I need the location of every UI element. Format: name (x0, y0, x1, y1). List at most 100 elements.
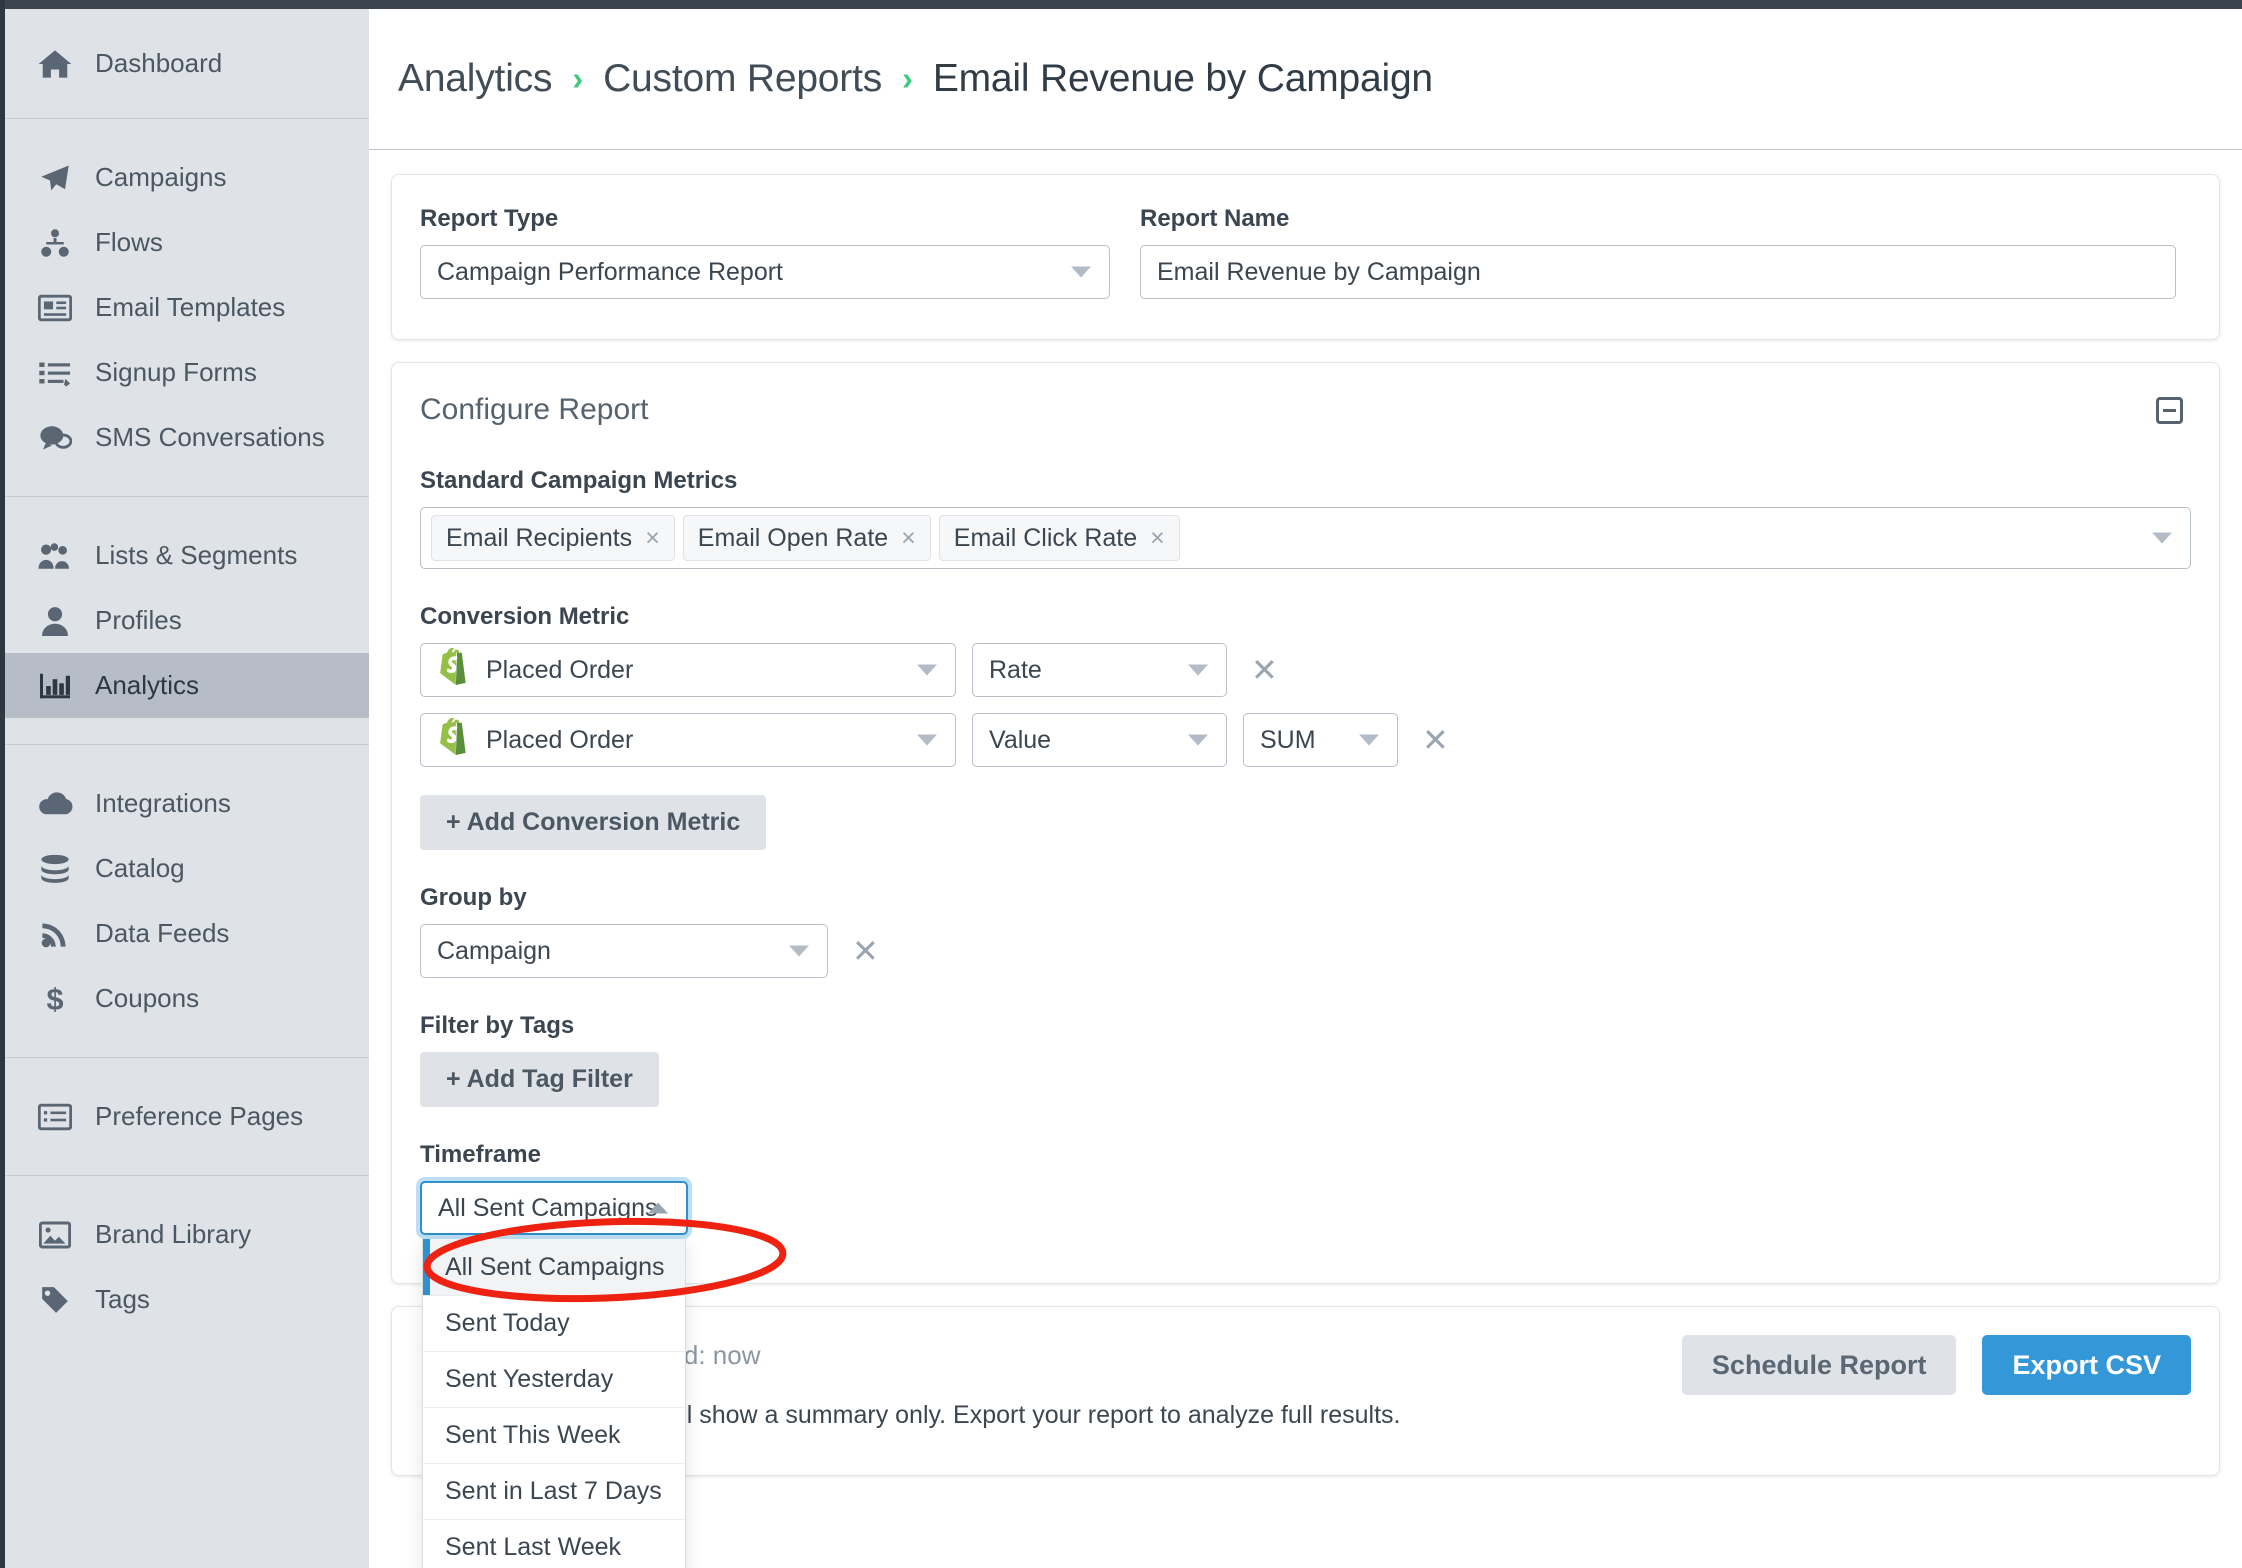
collapse-minus-icon[interactable] (2156, 396, 2183, 424)
export-csv-button[interactable]: Export CSV (1982, 1335, 2191, 1395)
main-panel: Analytics › Custom Reports › Email Reven… (369, 9, 2242, 1568)
schedule-report-button[interactable]: Schedule Report (1681, 1335, 1957, 1395)
remove-chip-icon[interactable]: × (1150, 525, 1165, 551)
timeframe-option[interactable]: Sent Last Week (423, 1519, 685, 1568)
chevron-down-icon (1071, 266, 1091, 278)
chevron-down-icon (789, 945, 809, 957)
report-name-label: Report Name (1140, 205, 1290, 232)
timeframe-option[interactable]: Sent in Last 7 Days (423, 1463, 685, 1519)
metric-chip: Email Open Rate × (682, 515, 931, 561)
conversion-measure-select[interactable]: Value (972, 713, 1227, 767)
sidebar-item-label: Email Templates (95, 292, 286, 322)
shopify-icon (437, 647, 470, 692)
sidebar-item-label: Profiles (95, 605, 182, 635)
chevron-right-icon: › (902, 60, 913, 97)
conversion-metric-value: Placed Order (486, 655, 634, 684)
sidebar-item-lists-segments[interactable]: Lists & Segments (5, 523, 369, 588)
report-type-label: Report Type (420, 205, 559, 232)
sidebar-item-label: Tags (95, 1284, 150, 1314)
sidebar: Dashboard Campaigns Flows Email Template… (5, 9, 369, 1568)
sidebar-item-coupons[interactable]: $ Coupons (5, 966, 369, 1031)
configure-report-title: Configure Report (420, 393, 649, 426)
report-type-value: Campaign Performance Report (437, 257, 783, 286)
metric-chip: Email Click Rate × (938, 515, 1180, 561)
dollar-icon: $ (34, 982, 76, 1016)
add-tag-filter-button[interactable]: + Add Tag Filter (420, 1052, 659, 1107)
timeframe-option[interactable]: Sent This Week (423, 1407, 685, 1463)
sidebar-item-label: Lists & Segments (95, 540, 298, 570)
chevron-down-icon (917, 734, 937, 746)
standard-metrics-label: Standard Campaign Metrics (420, 467, 738, 494)
sidebar-item-tags[interactable]: Tags (5, 1267, 369, 1332)
metric-chip: Email Recipients × (431, 515, 675, 561)
conversion-metric-select[interactable]: Placed Order (420, 713, 956, 767)
sidebar-item-label: Catalog (95, 853, 185, 883)
report-type-select[interactable]: Campaign Performance Report (420, 245, 1110, 299)
conversion-aggregation-value: SUM (1260, 725, 1316, 754)
paper-plane-icon (34, 161, 76, 195)
breadcrumb-link-analytics[interactable]: Analytics (398, 57, 552, 101)
breadcrumb: Analytics › Custom Reports › Email Reven… (369, 9, 2242, 150)
sidebar-item-brand-library[interactable]: Brand Library (5, 1202, 369, 1267)
timeframe-option[interactable]: All Sent Campaigns (423, 1239, 685, 1295)
sidebar-item-label: Brand Library (95, 1219, 252, 1249)
remove-conversion-metric-icon[interactable]: ✕ (1251, 654, 1278, 686)
app-window: Dashboard Campaigns Flows Email Template… (0, 0, 2242, 1568)
conversion-metric-row: Placed Order Value SUM ✕ (420, 713, 2191, 767)
sidebar-item-email-templates[interactable]: Email Templates (5, 275, 369, 340)
remove-chip-icon[interactable]: × (645, 525, 660, 551)
timeframe-option-list: All Sent Campaigns Sent Today Sent Yeste… (422, 1239, 686, 1568)
sidebar-item-catalog[interactable]: Catalog (5, 836, 369, 901)
configure-report-card: Configure Report Standard Campaign Metri… (391, 362, 2220, 1568)
home-icon (34, 47, 76, 81)
sidebar-item-label: SMS Conversations (95, 422, 325, 452)
sidebar-item-dashboard[interactable]: Dashboard (5, 31, 369, 96)
sidebar-item-signup-forms[interactable]: Signup Forms (5, 340, 369, 405)
add-conversion-metric-button[interactable]: + Add Conversion Metric (420, 795, 767, 850)
chevron-down-icon (2152, 532, 2172, 544)
chevron-down-icon (1188, 664, 1208, 676)
list-window-icon (34, 1100, 76, 1134)
sidebar-item-flows[interactable]: Flows (5, 210, 369, 275)
sidebar-item-integrations[interactable]: Integrations (5, 771, 369, 836)
sidebar-item-label: Analytics (95, 670, 200, 700)
report-name-value: Email Revenue by Campaign (1157, 257, 1481, 286)
conversion-metric-select[interactable]: Placed Order (420, 643, 956, 697)
breadcrumb-current: Email Revenue by Campaign (932, 57, 1433, 100)
shopify-icon (437, 717, 470, 762)
sidebar-item-label: Preference Pages (95, 1101, 304, 1131)
image-icon (34, 1218, 76, 1252)
chevron-down-icon (917, 664, 937, 676)
chat-bubbles-icon (34, 421, 76, 455)
chevron-right-icon: › (572, 60, 584, 97)
sidebar-item-sms-conversations[interactable]: SMS Conversations (5, 405, 369, 470)
timeframe-option[interactable]: Sent Today (423, 1295, 685, 1351)
tag-icon (34, 1283, 76, 1317)
user-icon (34, 604, 76, 638)
remove-conversion-metric-icon[interactable]: ✕ (1422, 724, 1449, 756)
sidebar-item-campaigns[interactable]: Campaigns (5, 145, 369, 210)
metric-chip-label: Email Recipients (446, 523, 633, 552)
sidebar-group-preferences: Preference Pages (5, 1057, 369, 1175)
conversion-measure-select[interactable]: Rate (972, 643, 1227, 697)
remove-group-by-icon[interactable]: ✕ (852, 935, 879, 967)
chevron-down-icon (1359, 734, 1379, 746)
remove-chip-icon[interactable]: × (901, 525, 916, 551)
sidebar-item-label: Data Feeds (95, 918, 230, 948)
sidebar-item-profiles[interactable]: Profiles (5, 588, 369, 653)
standard-metrics-multiselect[interactable]: Email Recipients × Email Open Rate × Ema… (420, 507, 2191, 569)
cloud-icon (34, 787, 76, 821)
report-name-input[interactable]: Email Revenue by Campaign (1140, 245, 2176, 299)
group-by-select[interactable]: Campaign (420, 924, 828, 978)
conversion-metric-label: Conversion Metric (420, 603, 630, 630)
conversion-aggregation-select[interactable]: SUM (1243, 713, 1398, 767)
sidebar-item-label: Signup Forms (95, 357, 257, 387)
breadcrumb-link-custom-reports[interactable]: Custom Reports (603, 57, 882, 101)
sidebar-item-preference-pages[interactable]: Preference Pages (5, 1084, 369, 1149)
timeframe-select[interactable]: All Sent Campaigns (420, 1181, 688, 1235)
sidebar-item-analytics[interactable]: Analytics (5, 653, 369, 718)
sidebar-item-label: Dashboard (95, 48, 223, 78)
sidebar-item-data-feeds[interactable]: Data Feeds (5, 901, 369, 966)
timeframe-option[interactable]: Sent Yesterday (423, 1351, 685, 1407)
sidebar-group-data: Integrations Catalog Data Feeds $ Coupon… (5, 744, 369, 1057)
